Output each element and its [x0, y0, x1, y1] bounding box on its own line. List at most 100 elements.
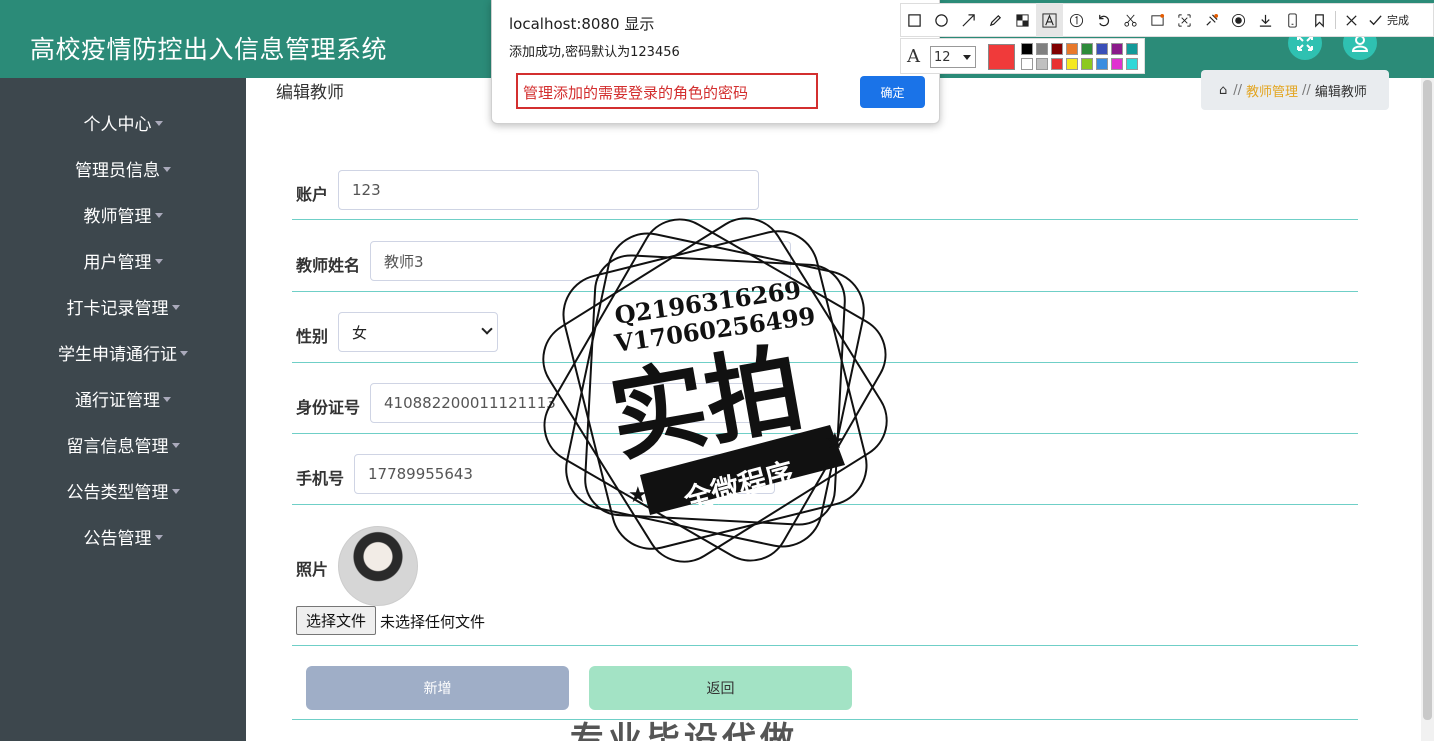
color-swatch[interactable]	[1036, 43, 1048, 55]
mosaic-tool[interactable]	[1009, 3, 1036, 37]
color-swatch[interactable]	[1051, 58, 1063, 70]
breadcrumb-current: 编辑教师	[1314, 84, 1367, 100]
color-swatch[interactable]	[1021, 43, 1033, 55]
home-icon[interactable]: ⌂	[1219, 83, 1227, 98]
phone-input[interactable]: 17789955643	[354, 454, 775, 494]
pencil-icon	[989, 14, 1002, 26]
download-tool[interactable]	[1252, 3, 1279, 37]
sidebar-item-label: 管理员信息	[75, 160, 160, 181]
arrow-icon	[962, 13, 975, 27]
teacher-name-input[interactable]: 教师3	[370, 241, 791, 281]
pin-icon	[1206, 13, 1219, 26]
color-swatch[interactable]	[1081, 43, 1093, 55]
sidebar-item-label: 公告管理	[83, 528, 152, 549]
undo-icon	[1099, 14, 1110, 26]
breadcrumb-separator: //	[1302, 82, 1311, 98]
scrollbar-thumb[interactable]	[1423, 80, 1432, 720]
chevron-down-icon	[481, 323, 493, 335]
sidebar-item-checkin[interactable]: 打卡记录管理	[0, 288, 246, 324]
breadcrumb-teachers[interactable]: 教师管理	[1246, 81, 1298, 100]
gender-label: 性别	[296, 327, 329, 346]
text-tool[interactable]	[1036, 3, 1063, 37]
cancel-tool[interactable]	[1338, 3, 1365, 37]
ellipse-tool[interactable]	[928, 3, 955, 37]
ocr-tool[interactable]	[1144, 3, 1171, 37]
sidebar-item-label: 用户管理	[83, 252, 152, 273]
undo-tool[interactable]	[1090, 3, 1117, 37]
numbered-circle-icon	[1069, 13, 1084, 27]
caret-down-icon	[154, 534, 163, 540]
color-swatch[interactable]	[1111, 43, 1123, 55]
color-swatch[interactable]	[1081, 58, 1093, 70]
color-swatch[interactable]	[1066, 43, 1078, 55]
pen-tool[interactable]	[982, 3, 1009, 37]
back-button[interactable]: 返回	[589, 666, 852, 710]
sidebar-item-notice-types[interactable]: 公告类型管理	[0, 472, 246, 508]
caret-down-icon	[180, 350, 188, 356]
sidebar-item-pass-manage[interactable]: 通行证管理	[0, 380, 246, 416]
color-swatch[interactable]	[1066, 58, 1078, 70]
arrow-tool[interactable]	[955, 3, 982, 37]
ocr-icon	[1151, 13, 1165, 26]
dialog-ok-button[interactable]: 确定	[860, 76, 925, 108]
done-tool[interactable]	[1365, 3, 1385, 37]
caret-down-icon	[963, 55, 971, 60]
color-swatch[interactable]	[1096, 58, 1108, 70]
rectangle-tool[interactable]	[901, 3, 928, 37]
translate-icon	[1178, 13, 1191, 27]
sidebar-item-admin[interactable]: 管理员信息	[0, 150, 246, 186]
done-label[interactable]: 完成	[1387, 12, 1409, 28]
caret-down-icon	[154, 258, 163, 264]
pin-tool[interactable]	[1198, 3, 1225, 37]
record-tool[interactable]	[1225, 3, 1252, 37]
sidebar-item-users[interactable]: 用户管理	[0, 242, 246, 278]
caret-down-icon	[163, 166, 171, 172]
font-size-select[interactable]: 12	[930, 46, 976, 68]
account-input[interactable]: 123	[338, 170, 759, 210]
app-title: 高校疫情防控出入信息管理系统	[30, 35, 388, 64]
number-tool[interactable]	[1063, 3, 1090, 37]
sidebar-item-label: 留言信息管理	[66, 436, 169, 457]
color-swatch[interactable]	[1111, 58, 1123, 70]
phone-label: 手机号	[296, 469, 345, 488]
sidebar-item-messages[interactable]: 留言信息管理	[0, 426, 246, 462]
sidebar-item-label: 学生申请通行证	[58, 344, 177, 365]
cut-tool[interactable]	[1117, 3, 1144, 37]
phone-icon	[1288, 12, 1297, 28]
sidebar-item-teachers[interactable]: 教师管理	[0, 196, 246, 232]
sidebar-item-notices[interactable]: 公告管理	[0, 518, 246, 554]
id-card-label: 身份证号	[296, 398, 361, 417]
dialog-message: 添加成功,密码默认为123456	[509, 45, 680, 60]
sidebar-item-label: 教师管理	[83, 206, 152, 227]
photo-label: 照片	[296, 560, 329, 579]
color-swatch[interactable]	[1096, 43, 1108, 55]
sidebar-item-label: 打卡记录管理	[66, 298, 169, 319]
sidebar-item-personal[interactable]: 个人中心	[0, 104, 246, 140]
color-swatch[interactable]	[1126, 43, 1138, 55]
phone-tool[interactable]	[1279, 3, 1306, 37]
color-swatch[interactable]	[1021, 58, 1033, 70]
color-swatch[interactable]	[1126, 58, 1138, 70]
account-label: 账户	[296, 185, 329, 204]
circle-icon	[935, 13, 948, 27]
sidebar-item-label: 公告类型管理	[66, 482, 169, 503]
toolbar-divider	[1335, 11, 1336, 29]
breadcrumb-separator: //	[1233, 82, 1243, 98]
translate-tool[interactable]	[1171, 3, 1198, 37]
bookmark-tool[interactable]	[1306, 3, 1333, 37]
annotation-text: 管理添加的需要登录的角色的密码	[523, 84, 749, 102]
color-swatch[interactable]	[1051, 43, 1063, 55]
current-color-swatch[interactable]	[988, 44, 1015, 70]
submit-button[interactable]: 新增	[306, 666, 569, 710]
choose-file-button[interactable]: 选择文件	[296, 606, 376, 635]
gender-select[interactable]: 女	[338, 312, 498, 352]
sidebar-item-label: 个人中心	[83, 114, 152, 135]
file-status-text: 未选择任何文件	[380, 613, 486, 631]
record-icon	[1231, 13, 1246, 27]
id-card-input[interactable]: 410882200011121113	[370, 383, 791, 423]
caret-down-icon	[171, 304, 180, 310]
watermark-bottom-text: 专业毕设代做	[570, 720, 798, 741]
color-swatch[interactable]	[1036, 58, 1048, 70]
sidebar-item-pass-apply[interactable]: 学生申请通行证	[0, 334, 246, 370]
teacher-name-label: 教师姓名	[296, 256, 361, 275]
